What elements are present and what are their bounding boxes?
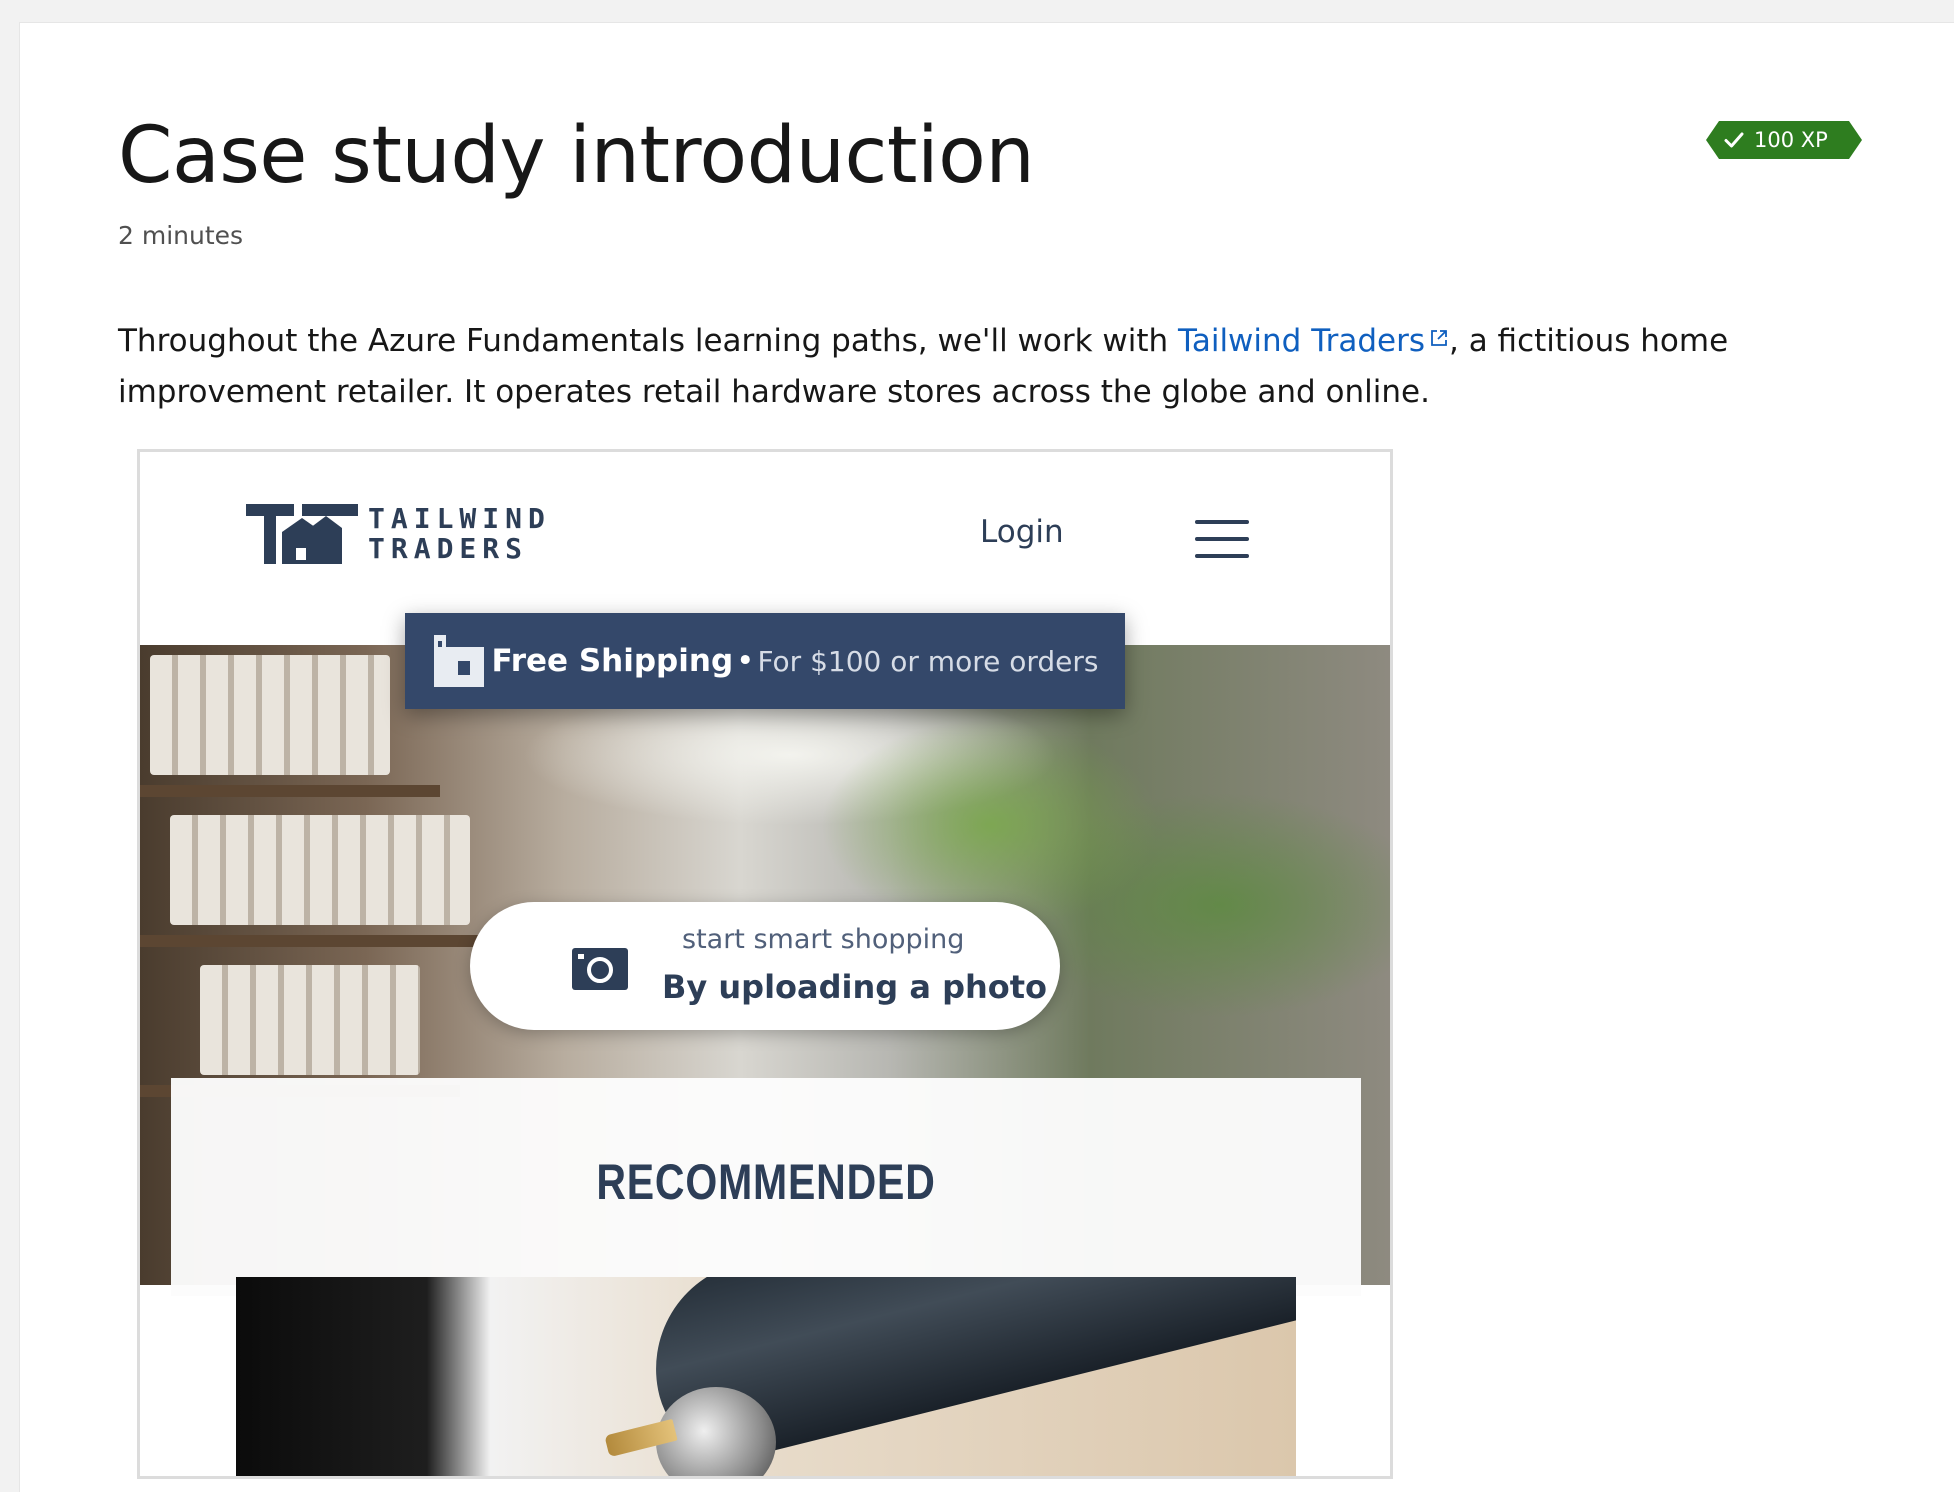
- logo-line-2: TRADERS: [368, 532, 529, 565]
- shipping-condition: For $100 or more orders: [757, 644, 1099, 678]
- intro-text-before: Throughout the Azure Fundamentals learni…: [118, 323, 1179, 359]
- free-shipping-banner: Free Shipping • For $100 or more orders: [405, 613, 1125, 709]
- tailwind-traders-link[interactable]: Tailwind Traders: [1178, 323, 1449, 359]
- tailwind-screenshot-figure: TAILWIND TRADERS Login Free Shipping • F…: [137, 449, 1393, 1479]
- xp-label: 100 XP: [1754, 128, 1828, 152]
- recommended-panel: RECOMMENDED: [171, 1078, 1361, 1296]
- hamburger-menu-icon: [1195, 520, 1249, 560]
- smart-shopping-pill: start smart shopping By uploading a phot…: [470, 902, 1060, 1030]
- xp-badge: 100 XP: [1706, 121, 1862, 159]
- upload-photo-label: By uploading a photo: [662, 968, 1048, 1006]
- intro-paragraph: Throughout the Azure Fundamentals learni…: [118, 316, 1838, 418]
- brand-logo-text: TAILWIND TRADERS: [368, 504, 551, 564]
- page-title: Case study introduction: [118, 111, 1035, 201]
- login-link: Login: [980, 514, 1064, 550]
- external-link-icon: [1431, 330, 1447, 346]
- content-card: Case study introduction 2 minutes 100 XP…: [19, 22, 1954, 1492]
- store-icon: [433, 635, 484, 687]
- logo-line-1: TAILWIND: [368, 502, 551, 535]
- check-icon: [1722, 128, 1746, 152]
- tailwind-traders-link-label: Tailwind Traders: [1178, 323, 1425, 359]
- free-shipping-label: Free Shipping: [491, 643, 734, 679]
- camera-icon: [572, 948, 628, 990]
- drill-product-image: [236, 1277, 1296, 1476]
- recommended-heading: RECOMMENDED: [596, 1154, 936, 1210]
- tailwind-logo-icon: [246, 504, 358, 564]
- smart-shopping-caption: start smart shopping: [682, 924, 965, 955]
- shipping-separator: •: [736, 643, 755, 679]
- duration-label: 2 minutes: [118, 221, 244, 250]
